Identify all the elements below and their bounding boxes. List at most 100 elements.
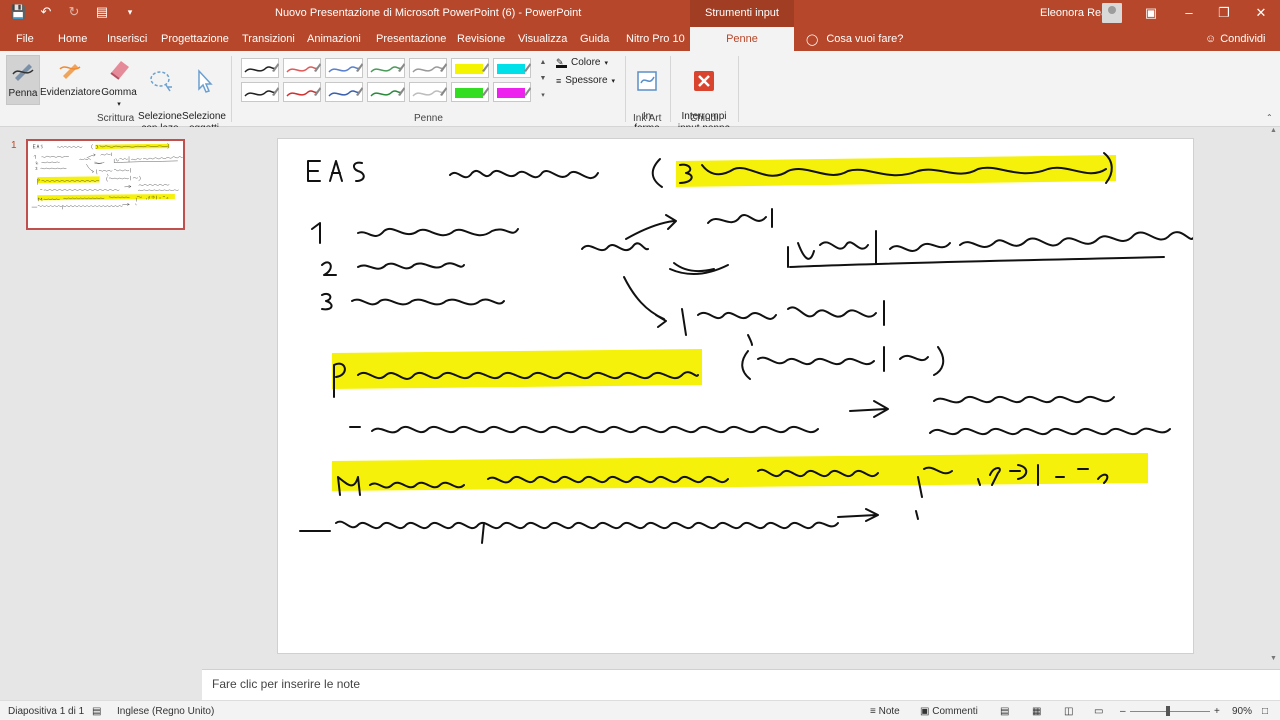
tab-guida[interactable]: Guida xyxy=(580,33,609,45)
tab-visualizza[interactable]: Visualizza xyxy=(518,33,567,45)
user-name[interactable]: Eleonora Rea xyxy=(1040,7,1107,19)
chevron-down-icon: ▾ xyxy=(611,77,616,85)
tab-animazioni[interactable]: Animazioni xyxy=(307,33,361,45)
pen-swatch[interactable] xyxy=(409,58,447,78)
normal-view-icon[interactable]: ▤ xyxy=(1000,706,1009,717)
zoom-slider[interactable] xyxy=(1130,711,1210,712)
scroll-down-icon[interactable]: ▼ xyxy=(1270,655,1277,662)
scroll-up-icon[interactable]: ▲ xyxy=(1270,127,1277,134)
comment-icon: ▣ xyxy=(920,706,933,717)
slideshow-icon[interactable]: ▭ xyxy=(1094,706,1103,717)
chevron-down-icon: ▾ xyxy=(604,59,608,67)
vertical-scrollbar[interactable]: ▲ ▼ xyxy=(1268,127,1280,667)
pen-swatch[interactable] xyxy=(451,58,489,78)
pen-swatch[interactable] xyxy=(283,58,321,78)
notes-toggle-button[interactable]: ≡ Note xyxy=(870,706,900,717)
slide-thumbnail-preview xyxy=(31,143,183,210)
group-label-ink-art: Ink Art xyxy=(633,113,662,124)
tab-file[interactable]: File xyxy=(16,33,34,45)
highlighter-icon xyxy=(59,64,81,79)
minimize-icon[interactable]: – xyxy=(1180,4,1198,22)
pen-swatch[interactable] xyxy=(493,58,531,78)
tab-revisione[interactable]: Revisione xyxy=(457,33,505,45)
avatar[interactable] xyxy=(1102,3,1122,23)
ribbon-separator xyxy=(670,56,671,122)
share-label: Condividi xyxy=(1220,33,1266,45)
zoom-out-icon[interactable]: – xyxy=(1120,706,1126,717)
fit-to-window-icon[interactable]: □ xyxy=(1262,706,1268,717)
pen-swatch[interactable] xyxy=(325,58,363,78)
ribbon-display-options-icon[interactable]: ▣ xyxy=(1142,4,1160,22)
close-icon[interactable]: ✕ xyxy=(1252,4,1270,22)
quick-access-toolbar: 💾 ↶ ↻ ▤ ▾ xyxy=(10,4,138,20)
pen-swatch[interactable] xyxy=(451,82,489,102)
zoom-level[interactable]: 90% xyxy=(1232,706,1252,717)
select-objects-button[interactable]: Selezione oggetti xyxy=(182,55,226,134)
color-label: Colore xyxy=(571,57,601,68)
collapse-ribbon-icon[interactable]: ⌃ xyxy=(1266,113,1273,122)
tab-progettazione[interactable]: Progettazione xyxy=(161,33,229,45)
tab-inserisci[interactable]: Inserisci xyxy=(107,33,147,45)
tell-me-search[interactable]: ◯ Cosa vuoi fare? xyxy=(806,33,903,46)
start-from-beginning-icon[interactable]: ▤ xyxy=(94,4,110,20)
pen-swatch[interactable] xyxy=(493,82,531,102)
chevron-down-icon: ▾ xyxy=(117,101,121,108)
ink-drawing xyxy=(299,152,1193,544)
pen-label: Penna xyxy=(8,88,38,99)
color-icon: ✎ xyxy=(556,57,567,68)
share-button[interactable]: ☺ Condividi xyxy=(1205,33,1265,45)
comments-button[interactable]: ▣ Commenti xyxy=(920,706,978,717)
ribbon-separator xyxy=(625,56,626,122)
comments-label: Commenti xyxy=(932,706,978,717)
ink-to-shape-button[interactable]: In forma xyxy=(630,55,664,134)
ribbon-separator xyxy=(231,56,232,122)
notes-icon: ≡ xyxy=(870,706,879,717)
tab-presentazione[interactable]: Presentazione xyxy=(376,33,446,45)
undo-icon[interactable]: ↶ xyxy=(38,4,54,20)
stop-inking-button[interactable]: Interrompi input penna xyxy=(675,55,733,134)
notes-label: Note xyxy=(878,706,900,717)
notes-pane[interactable]: Fare clic per inserire le note xyxy=(202,669,1280,700)
pen-swatch[interactable] xyxy=(367,58,405,78)
pen-swatch[interactable] xyxy=(325,82,363,102)
pen-icon xyxy=(12,64,34,81)
tell-me-label: Cosa vuoi fare? xyxy=(826,33,904,45)
pen-swatch[interactable] xyxy=(409,82,447,102)
maximize-icon[interactable]: ❐ xyxy=(1215,4,1233,22)
slide-canvas[interactable] xyxy=(277,138,1194,654)
gallery-up-icon[interactable]: ▲ xyxy=(539,59,547,71)
ink-to-shape-icon xyxy=(637,71,657,91)
document-title: Nuovo Presentazione di Microsoft PowerPo… xyxy=(275,7,582,19)
pen-swatch[interactable] xyxy=(367,82,405,102)
gallery-down-icon[interactable]: ▼ xyxy=(539,75,547,87)
pen-button[interactable]: Penna xyxy=(6,55,40,105)
highlighter-label: Evidenziatore xyxy=(40,87,101,98)
pen-swatch[interactable] xyxy=(283,82,321,102)
pen-swatch[interactable] xyxy=(241,58,279,78)
zoom-in-icon[interactable]: + xyxy=(1214,706,1220,717)
highlighter-button[interactable]: Evidenziatore xyxy=(40,55,101,105)
eraser-button[interactable]: Gomma ▾ xyxy=(101,55,137,111)
gallery-more-icon[interactable]: ▾ xyxy=(539,91,547,103)
lasso-select-button[interactable]: Selezione con lazo xyxy=(138,55,182,134)
customize-qat-icon[interactable]: ▾ xyxy=(122,4,138,20)
lasso-icon xyxy=(150,71,172,92)
color-dropdown[interactable]: ✎ Colore ▾ xyxy=(556,57,608,68)
spellcheck-icon[interactable]: ▤ xyxy=(92,706,101,717)
slide-thumbnail[interactable] xyxy=(26,139,185,230)
context-tab-label: Strumenti input penna xyxy=(690,0,794,46)
eraser-label: Gomma xyxy=(101,87,137,98)
ribbon: Penna Evidenziatore Gomma ▾ Selezione co… xyxy=(0,51,1280,134)
tab-home[interactable]: Home xyxy=(58,33,87,45)
tab-transizioni[interactable]: Transizioni xyxy=(242,33,295,45)
language-indicator[interactable]: Inglese (Regno Unito) xyxy=(117,706,214,717)
redo-icon[interactable]: ↻ xyxy=(66,4,82,20)
thickness-dropdown[interactable]: ≡ Spessore ▾ xyxy=(556,75,615,86)
tab-nitro-pro[interactable]: Nitro Pro 10 xyxy=(626,33,685,45)
pen-swatch[interactable] xyxy=(241,82,279,102)
zoom-slider-thumb[interactable] xyxy=(1166,706,1170,716)
save-icon[interactable]: 💾 xyxy=(10,4,26,20)
reading-view-icon[interactable]: ◫ xyxy=(1064,706,1073,717)
slide-sorter-icon[interactable]: ▦ xyxy=(1032,706,1041,717)
tab-penne[interactable]: Penne xyxy=(690,27,794,51)
